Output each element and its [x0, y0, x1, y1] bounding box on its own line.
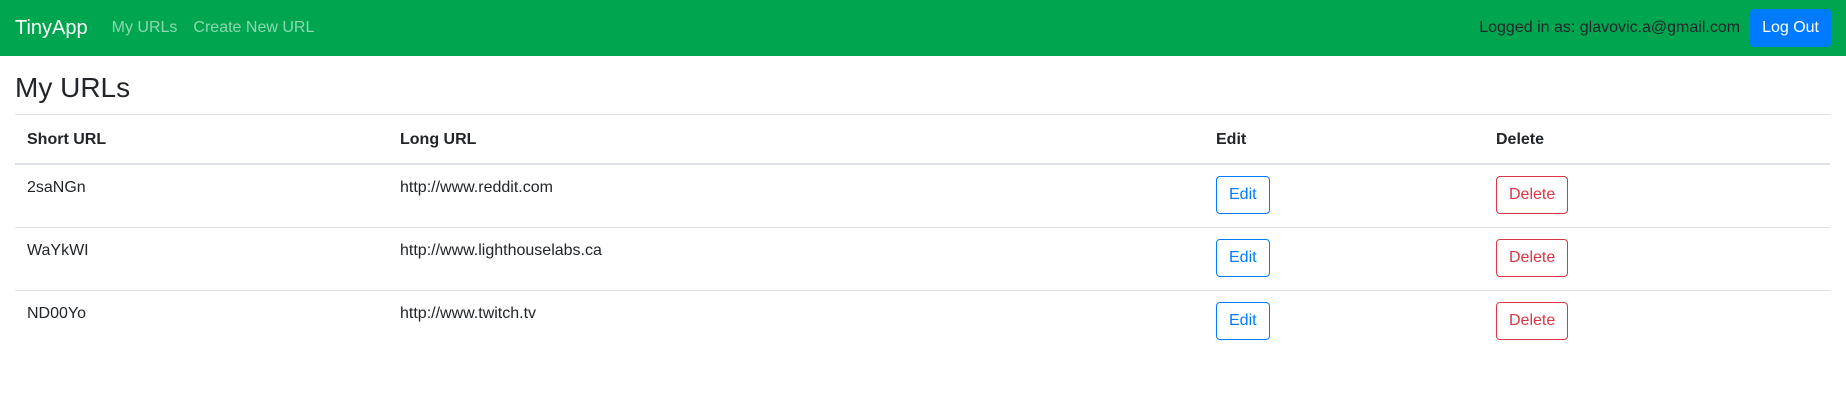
short-url-cell: ND00Yo [15, 289, 388, 353]
nav-link-my-urls[interactable]: My URLs [112, 19, 178, 37]
edit-button[interactable]: Edit [1216, 238, 1270, 277]
nav-link-create-new-url[interactable]: Create New URL [193, 19, 314, 37]
table-row: 2saNGn http://www.reddit.com Edit Delete [15, 164, 1830, 227]
delete-cell: Delete [1484, 226, 1830, 290]
column-header-short-url: Short URL [15, 114, 388, 165]
table-row: ND00Yo http://www.twitch.tv Edit Delete [15, 289, 1830, 353]
logout-button[interactable]: Log Out [1750, 9, 1831, 47]
short-url-cell: 2saNGn [27, 179, 86, 196]
edit-cell: Edit [1204, 289, 1484, 353]
delete-button[interactable]: Delete [1496, 176, 1569, 214]
short-url-cell: WaYkWI [15, 226, 388, 290]
column-header-delete: Delete [1484, 114, 1830, 165]
table-header: Short URL Long URL Edit Delete [15, 114, 1830, 165]
top-navbar: TinyApp My URLs Create New URL Logged in… [0, 0, 1846, 56]
main-content: My URLs Short URL Long URL Edit Delete 2… [0, 56, 1846, 353]
urls-table: Short URL Long URL Edit Delete 2saNGn ht… [15, 114, 1830, 353]
edit-cell: Edit [1204, 226, 1484, 290]
logged-in-status: Logged in as: glavovic.a@gmail.com [1479, 19, 1741, 36]
long-url-cell: http://www.lighthouselabs.ca [388, 226, 1204, 290]
delete-button[interactable]: Delete [1496, 238, 1569, 277]
edit-button[interactable]: Edit [1216, 176, 1270, 214]
column-header-long-url: Long URL [388, 114, 1204, 165]
delete-cell: Delete [1484, 164, 1830, 227]
edit-cell: Edit [1204, 164, 1484, 227]
long-url-cell: http://www.twitch.tv [388, 289, 1204, 353]
long-url-cell: http://www.reddit.com [400, 179, 553, 196]
delete-cell: Delete [1484, 289, 1830, 353]
column-header-edit: Edit [1204, 114, 1484, 165]
table-row: WaYkWI http://www.lighthouselabs.ca Edit… [15, 226, 1830, 290]
edit-button[interactable]: Edit [1216, 301, 1270, 340]
brand-link[interactable]: TinyApp [15, 17, 88, 40]
page-title: My URLs [15, 72, 131, 103]
table-header-row: Short URL Long URL Edit Delete [15, 114, 1830, 165]
table-body: 2saNGn http://www.reddit.com Edit Delete… [15, 164, 1830, 353]
delete-button[interactable]: Delete [1496, 301, 1569, 340]
